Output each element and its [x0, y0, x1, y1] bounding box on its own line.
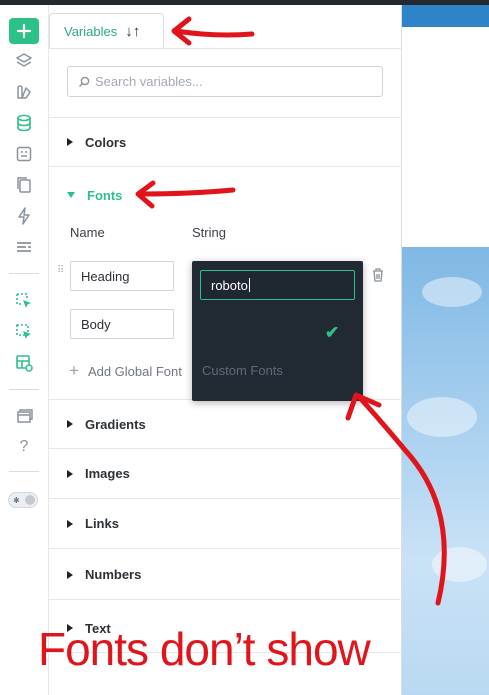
custom-fonts-label: Custom Fonts: [202, 363, 283, 378]
actions-button[interactable]: [9, 203, 39, 229]
cloud-shape: [432, 547, 487, 582]
column-name-header: Name: [70, 225, 105, 240]
font-name-field[interactable]: Body: [70, 309, 174, 339]
window-icon: [17, 409, 33, 423]
plus-icon: +: [69, 361, 79, 380]
components-icon: [17, 85, 31, 99]
rail-divider: [9, 273, 39, 274]
search-box[interactable]: [67, 66, 383, 97]
section-label: Colors: [85, 134, 127, 150]
search-input[interactable]: [95, 74, 375, 89]
select-multi-icon: [16, 324, 31, 339]
caret-right-icon: [67, 519, 73, 528]
cloud-shape: [422, 277, 482, 307]
caret-right-icon: [67, 570, 73, 579]
help-button[interactable]: ?: [9, 434, 39, 460]
database-icon: [17, 114, 31, 132]
section-label: Gradients: [85, 416, 146, 432]
tab-variables[interactable]: Variables ↓↑: [49, 13, 164, 49]
select-multi-button[interactable]: [9, 319, 39, 345]
section-links[interactable]: Links: [49, 499, 402, 549]
section-label: Images: [85, 466, 130, 481]
canvas-header-strip: [402, 5, 489, 27]
section-label: Links: [85, 516, 119, 531]
section-label: Fonts: [87, 187, 123, 203]
layers-icon: [16, 53, 32, 67]
window-button[interactable]: [9, 403, 39, 429]
tab-divider: [49, 48, 402, 49]
search-icon: [78, 76, 90, 87]
toggle-knob: [25, 495, 35, 505]
canvas-preview-top: [402, 5, 489, 247]
help-icon: ?: [19, 438, 29, 455]
add-button[interactable]: [9, 18, 39, 44]
caret-right-icon: [67, 420, 73, 428]
cloud-shape: [407, 397, 477, 437]
menu-button[interactable]: [9, 234, 39, 260]
pages-icon: [17, 177, 31, 193]
font-search-value: roboto: [211, 277, 248, 293]
canvas-preview-sky: [402, 247, 489, 695]
collections-button[interactable]: [9, 141, 39, 167]
caret-right-icon: [67, 469, 73, 478]
select-icon: [16, 293, 31, 308]
font-name-field[interactable]: Heading: [70, 261, 174, 291]
section-colors[interactable]: Colors: [49, 117, 402, 167]
caret-down-icon: [67, 192, 75, 198]
theme-toggle[interactable]: ✱: [8, 492, 38, 508]
preview-icon: [16, 355, 33, 372]
section-images[interactable]: Images: [49, 449, 402, 499]
annotation-caption: Fonts don’t show: [38, 623, 371, 675]
section-gradients[interactable]: Gradients: [49, 399, 402, 449]
data-button[interactable]: [9, 110, 39, 136]
caret-right-icon: [67, 138, 73, 146]
rail-divider: [9, 389, 39, 390]
data-icon: [16, 146, 32, 162]
section-fonts[interactable]: Fonts: [49, 170, 402, 220]
add-global-font-button[interactable]: + Add Global Font: [69, 361, 182, 381]
tab-label: Variables: [64, 24, 118, 39]
left-rail: ? ✱: [0, 5, 49, 695]
trash-icon[interactable]: [371, 267, 385, 283]
pages-button[interactable]: [9, 172, 39, 198]
menu-icon: [17, 242, 31, 252]
lightning-icon: [18, 207, 30, 225]
text-cursor: [248, 278, 250, 292]
font-search-input[interactable]: roboto: [200, 270, 355, 300]
checkmark-icon: ✔: [325, 323, 340, 342]
column-type-header: String: [192, 225, 226, 240]
preview-button[interactable]: [9, 350, 39, 376]
plus-icon: [16, 23, 32, 39]
rail-divider: [9, 471, 39, 472]
components-button[interactable]: [9, 79, 39, 105]
sun-icon: ✱: [13, 496, 20, 505]
sort-icon[interactable]: ↓↑: [125, 23, 140, 40]
font-dropdown: roboto ✔ Custom Fonts: [192, 261, 363, 401]
drag-handle-icon[interactable]: ⠿: [57, 266, 65, 281]
section-numbers[interactable]: Numbers: [49, 550, 402, 600]
layers-button[interactable]: [9, 48, 39, 74]
select-button[interactable]: [9, 288, 39, 314]
section-label: Numbers: [85, 567, 142, 582]
add-font-label: Add Global Font: [87, 363, 182, 379]
